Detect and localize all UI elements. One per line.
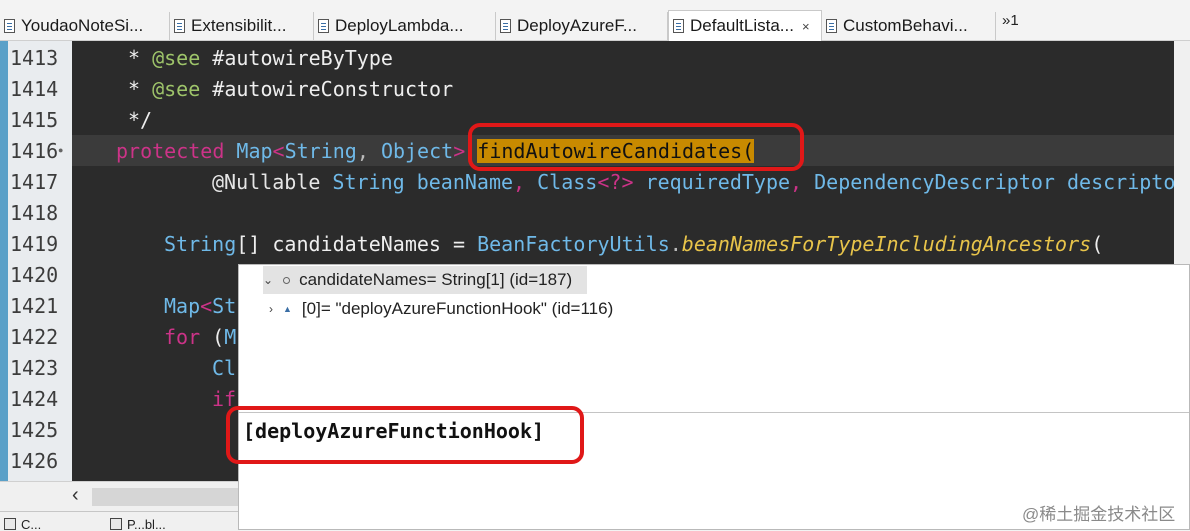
tab-console[interactable]: C... [4,517,41,531]
highlight-box [468,123,804,171]
line-number: 1421 [10,294,59,318]
tab-default-listable[interactable]: DefaultLista... × [668,10,822,41]
tab-label: DeployLambda... [335,16,464,35]
code-line-1414: * @see #autowireConstructor [128,77,454,101]
variable-label: candidateNames= String[1] (id=187) [299,270,573,289]
horizontal-scrollbar[interactable]: ‹ [0,481,240,512]
code-line-1415: */ [128,108,153,132]
code-line-1423: Cl [212,356,237,380]
bottom-view-tabs: C... P...bl... [0,511,240,531]
tab-overflow-button[interactable]: »1 [1002,12,1019,29]
expand-icon[interactable]: › [269,295,273,323]
tab-label: DeployAzureF... [517,16,637,35]
code-line-1413: * @see #autowireByType [128,46,393,70]
line-number: 1423 [10,356,59,380]
tab-youdao-note[interactable]: YoudaoNoteSi... [0,12,170,40]
line-number: 1414 [10,77,59,101]
close-tab-icon[interactable]: × [802,19,810,34]
problems-icon [110,518,122,530]
tab-label: Extensibilit... [191,16,287,35]
code-line-1422: for (M [164,325,237,349]
array-element-icon: ▲ [283,304,292,314]
java-file-icon [318,19,329,33]
tab-deploy-azure[interactable]: DeployAzureF... [496,12,668,40]
line-number: 1417 [10,170,59,194]
java-file-icon [174,19,185,33]
line-number: 1415 [10,108,59,132]
editor-tab-bar: YoudaoNoteSi... Extensibilit... DeployLa… [0,0,1190,41]
tab-problems[interactable]: P...bl... [110,517,166,531]
highlight-box [226,406,584,464]
variable-label: [0]= "deployAzureFunctionHook" (id=116) [301,299,614,318]
console-icon [4,518,16,530]
line-number: 1418 [10,201,59,225]
variable-inspect-popup: ⌄ candidateNames= String[1] (id=187) › ▲… [238,264,1190,530]
line-number: 1425 [10,418,59,442]
line-number: 1424 [10,387,59,411]
local-variable-icon [283,276,291,284]
code-line-1419: String[] candidateNames = BeanFactoryUti… [164,232,1104,256]
line-number: 1422 [10,325,59,349]
line-number: 1426 [10,449,59,473]
line-number: 1413 [10,46,59,70]
tab-deploy-lambda[interactable]: DeployLambda... [314,12,496,40]
tab-custom-behavior[interactable]: CustomBehavi... [822,12,996,40]
java-file-icon [826,19,837,33]
code-line-1421: Map<St [164,294,237,318]
line-number: 1419 [10,232,59,256]
tab-label: DefaultLista... [690,16,794,35]
tab-label: YoudaoNoteSi... [21,16,144,35]
tab-label: CustomBehavi... [843,16,968,35]
tab-label: C... [21,517,42,531]
tab-label: P...bl... [127,517,166,531]
fold-marker-icon[interactable]: ● [58,145,63,155]
java-file-icon [500,19,511,33]
line-number: 1416 [10,139,59,163]
overview-ruler [0,41,8,481]
scrollbar-thumb[interactable] [92,488,238,506]
java-file-icon [4,19,15,33]
variable-tree-row[interactable]: ⌄ candidateNames= String[1] (id=187) [263,266,587,294]
code-line-1417: @Nullable String beanName, Class<?> requ… [212,170,1176,194]
watermark: @稀土掘金技术社区 [1022,505,1176,524]
collapse-icon[interactable]: ⌄ [263,266,273,294]
tab-extensibility[interactable]: Extensibilit... [170,12,314,40]
scroll-left-icon[interactable]: ‹ [72,484,79,507]
java-file-icon [673,19,684,33]
line-number: 1420 [10,263,59,287]
variable-tree-row[interactable]: › ▲ [0]= "deployAzureFunctionHook" (id=1… [269,295,613,323]
